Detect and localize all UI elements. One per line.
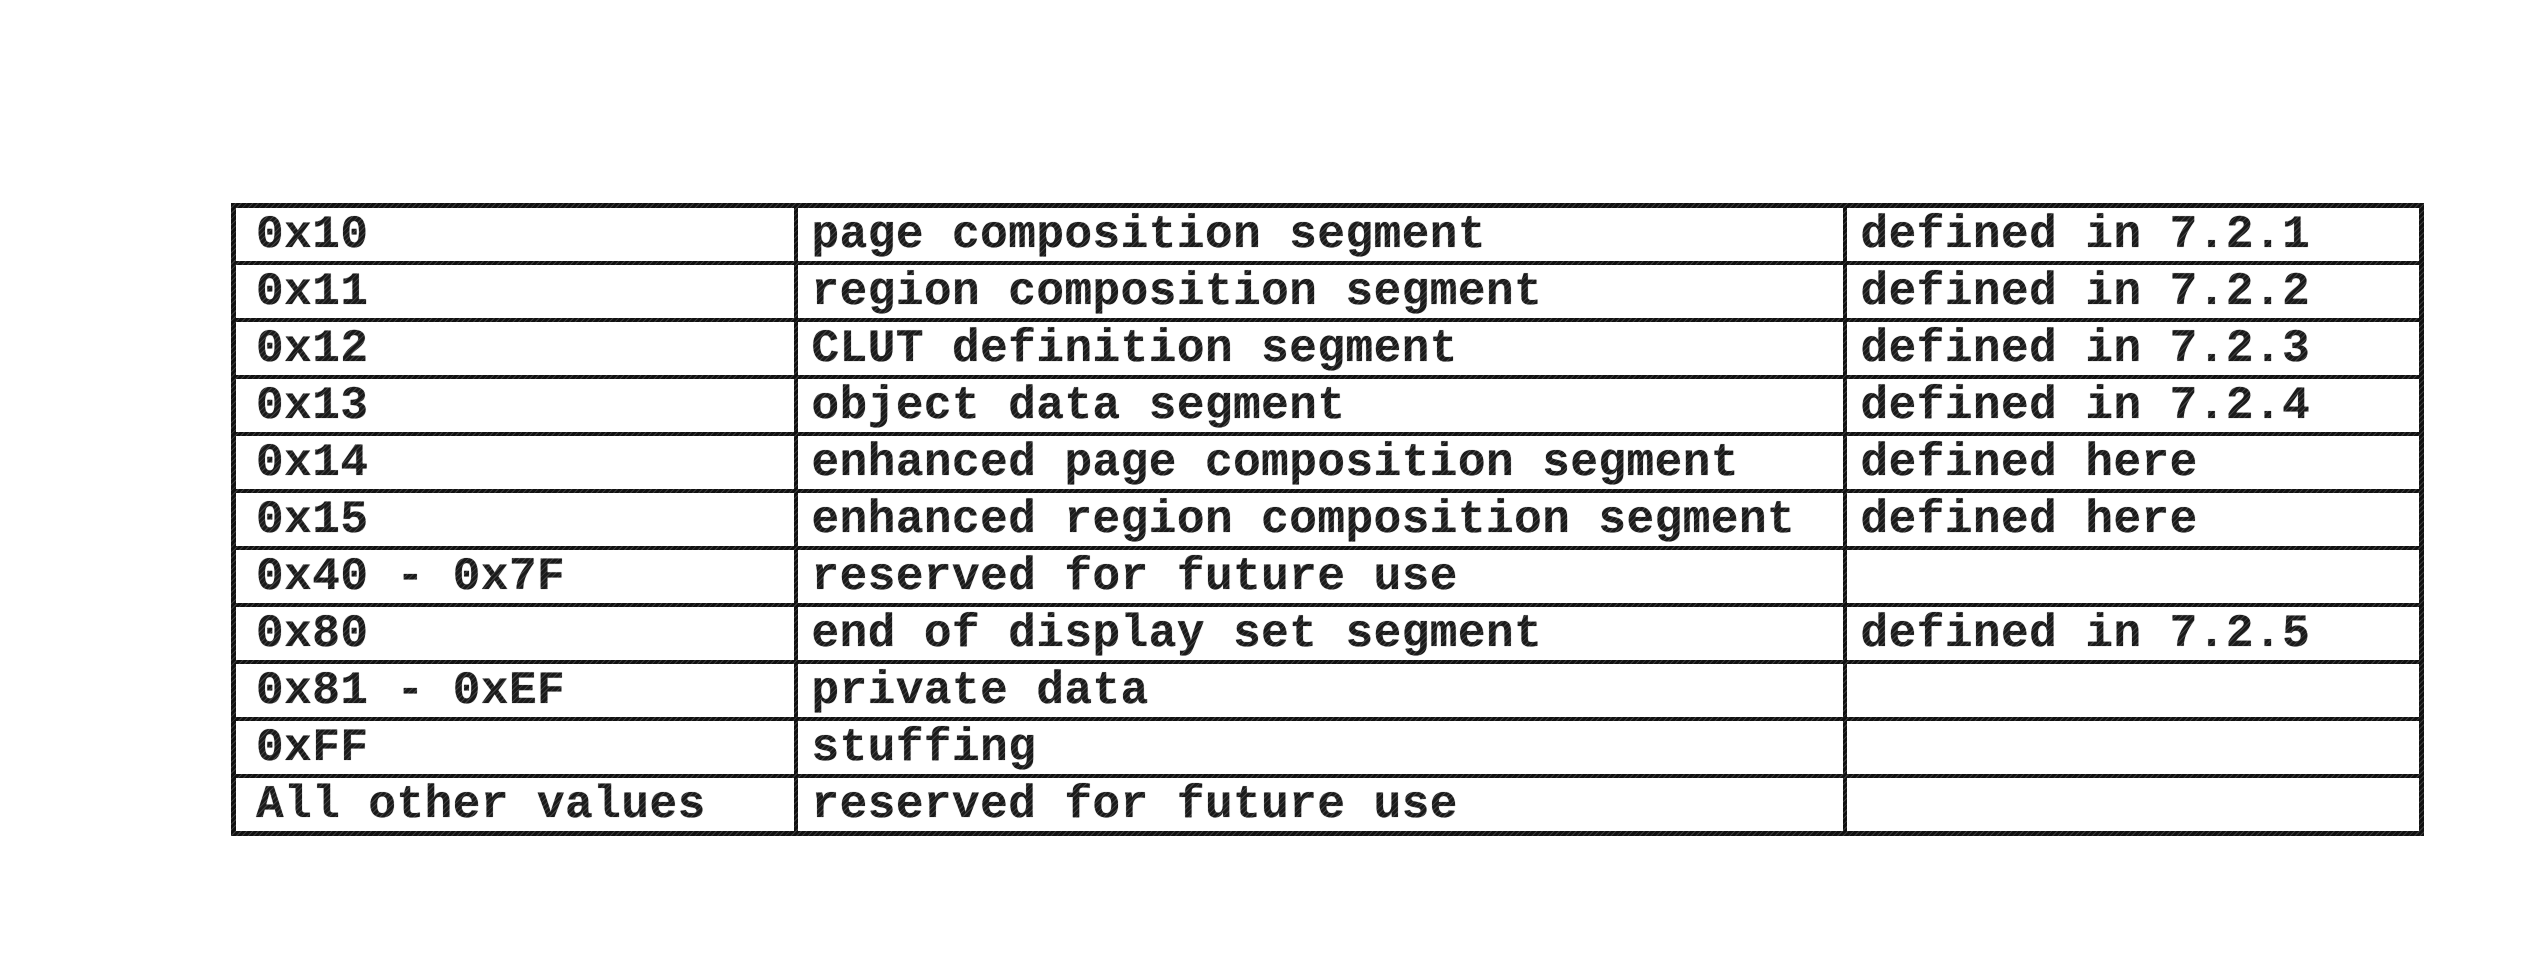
segment-value: 0x11 bbox=[256, 266, 369, 318]
segment-type: private data bbox=[811, 665, 1149, 717]
segment-type-table-container: 0x10 page composition segment defined in… bbox=[231, 203, 2424, 836]
segment-value-cell: 0x10 bbox=[231, 203, 798, 265]
segment-type-cell: page composition segment bbox=[793, 203, 1847, 265]
segment-definition-cell bbox=[1842, 660, 2424, 721]
segment-type-cell: stuffing bbox=[793, 717, 1847, 778]
segment-value-cell: 0x40 - 0x7F bbox=[231, 546, 798, 607]
segment-definition-cell bbox=[1842, 717, 2424, 778]
segment-definition-cell bbox=[1842, 546, 2424, 607]
segment-type-cell: CLUT definition segment bbox=[793, 318, 1847, 379]
segment-definition-cell: defined here bbox=[1842, 489, 2424, 550]
segment-type: region composition segment bbox=[811, 266, 1543, 318]
table-row: 0x12 CLUT definition segment defined in … bbox=[231, 318, 2424, 379]
segment-value: All other values bbox=[256, 779, 706, 831]
segment-value-cell: 0x81 - 0xEF bbox=[231, 660, 798, 721]
segment-type: reserved for future use bbox=[811, 779, 1458, 831]
segment-type-cell: reserved for future use bbox=[793, 774, 1847, 836]
segment-definition: defined in 7.2.5 bbox=[1860, 608, 2311, 660]
segment-value: 0x15 bbox=[256, 494, 369, 546]
segment-type-cell: object data segment bbox=[793, 375, 1847, 436]
segment-type-cell: enhanced region composition segment bbox=[793, 489, 1847, 550]
segment-type: stuffing bbox=[811, 722, 1037, 774]
segment-type-cell: private data bbox=[793, 660, 1847, 721]
segment-type: CLUT definition segment bbox=[811, 323, 1458, 375]
table-row: All other values reserved for future use bbox=[231, 774, 2424, 836]
segment-value: 0x40 - 0x7F bbox=[256, 551, 566, 603]
segment-value: 0x81 - 0xEF bbox=[256, 665, 566, 717]
segment-value-cell: 0xFF bbox=[231, 717, 798, 778]
segment-value: 0x13 bbox=[256, 380, 369, 432]
segment-definition-cell: defined in 7.2.1 bbox=[1842, 203, 2424, 265]
segment-definition: defined in 7.2.4 bbox=[1860, 380, 2311, 432]
segment-value-cell: 0x11 bbox=[231, 261, 798, 322]
segment-definition: defined in 7.2.3 bbox=[1860, 323, 2311, 375]
segment-value-cell: 0x15 bbox=[231, 489, 798, 550]
segment-value-cell: 0x80 bbox=[231, 603, 798, 664]
segment-definition: defined in 7.2.2 bbox=[1860, 266, 2311, 318]
table-row: 0x40 - 0x7F reserved for future use bbox=[231, 546, 2424, 607]
segment-value-cell: 0x12 bbox=[231, 318, 798, 379]
table-row: 0x10 page composition segment defined in… bbox=[231, 203, 2424, 265]
segment-type: object data segment bbox=[811, 380, 1346, 432]
segment-type-cell: reserved for future use bbox=[793, 546, 1847, 607]
segment-type: reserved for future use bbox=[811, 551, 1458, 603]
segment-value: 0x80 bbox=[256, 608, 369, 660]
segment-value: 0x14 bbox=[256, 437, 369, 489]
segment-type-cell: region composition segment bbox=[793, 261, 1847, 322]
segment-definition-cell: defined here bbox=[1842, 432, 2424, 493]
segment-definition: defined here bbox=[1860, 437, 2198, 489]
segment-value-cell: All other values bbox=[231, 774, 798, 836]
segment-type-table: 0x10 page composition segment defined in… bbox=[231, 203, 2424, 836]
table-row: 0x80 end of display set segment defined … bbox=[231, 603, 2424, 664]
segment-type: end of display set segment bbox=[811, 608, 1543, 660]
segment-definition-cell: defined in 7.2.2 bbox=[1842, 261, 2424, 322]
table-row: 0x81 - 0xEF private data bbox=[231, 660, 2424, 721]
segment-definition-cell bbox=[1842, 774, 2424, 836]
segment-type: enhanced region composition segment bbox=[811, 494, 1796, 546]
segment-value-cell: 0x14 bbox=[231, 432, 798, 493]
table-row: 0x15 enhanced region composition segment… bbox=[231, 489, 2424, 550]
segment-type-cell: enhanced page composition segment bbox=[793, 432, 1847, 493]
table-row: 0xFF stuffing bbox=[231, 717, 2424, 778]
table-row: 0x14 enhanced page composition segment d… bbox=[231, 432, 2424, 493]
segment-type: page composition segment bbox=[811, 209, 1487, 261]
segment-value: 0x10 bbox=[256, 209, 369, 261]
table-row: 0x11 region composition segment defined … bbox=[231, 261, 2424, 322]
segment-type-cell: end of display set segment bbox=[793, 603, 1847, 664]
segment-definition: defined here bbox=[1860, 494, 2198, 546]
table-row: 0x13 object data segment defined in 7.2.… bbox=[231, 375, 2424, 436]
segment-definition: defined in 7.2.1 bbox=[1860, 209, 2311, 261]
segment-type: enhanced page composition segment bbox=[811, 437, 1739, 489]
segment-definition-cell: defined in 7.2.3 bbox=[1842, 318, 2424, 379]
segment-definition-cell: defined in 7.2.4 bbox=[1842, 375, 2424, 436]
segment-definition-cell: defined in 7.2.5 bbox=[1842, 603, 2424, 664]
segment-value: 0x12 bbox=[256, 323, 369, 375]
segment-value-cell: 0x13 bbox=[231, 375, 798, 436]
segment-value: 0xFF bbox=[256, 722, 369, 774]
